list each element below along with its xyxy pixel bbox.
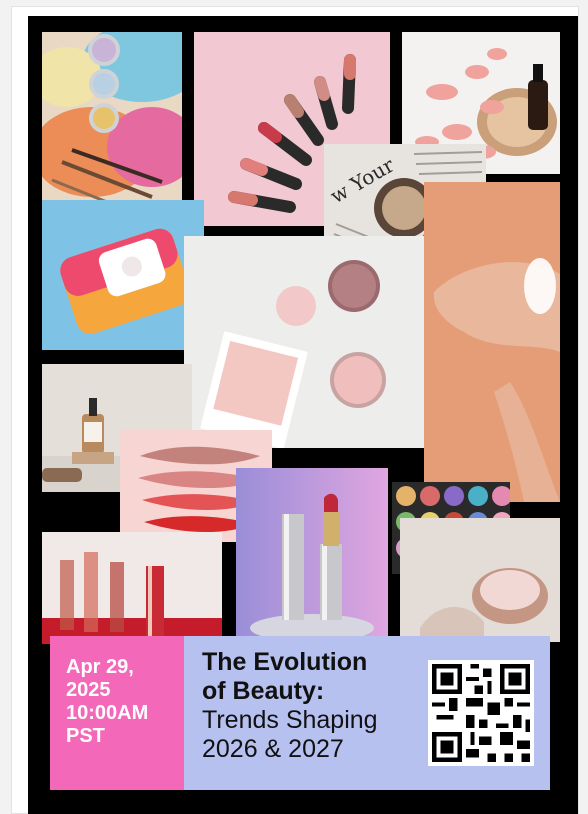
event-time-line2: PST <box>66 725 105 747</box>
hand-lotion-photo <box>424 182 560 502</box>
qr-code-icon[interactable] <box>428 660 534 766</box>
event-title-panel: The Evolution of Beauty: Trends Shaping … <box>184 636 550 790</box>
event-poster: w Your Apr 29, 2025 10:00AM PST The Evol… <box>28 16 578 814</box>
event-date-panel: Apr 29, 2025 10:00AM PST <box>50 636 184 790</box>
cream-jar-photo <box>400 518 560 642</box>
blurred-lipsticks-photo <box>42 532 222 644</box>
event-banner: Apr 29, 2025 10:00AM PST The Evolution o… <box>50 636 550 790</box>
event-date-line2: 2025 <box>66 679 111 701</box>
event-time-line1: 10:00AM <box>66 702 149 724</box>
makeup-wipes-photo <box>42 200 204 350</box>
pink-swatches-photo <box>184 236 424 448</box>
event-date-line1: Apr 29, <box>66 656 134 678</box>
lipstick-tubes-podium-photo <box>236 468 388 644</box>
pigment-powders-photo <box>42 32 182 210</box>
